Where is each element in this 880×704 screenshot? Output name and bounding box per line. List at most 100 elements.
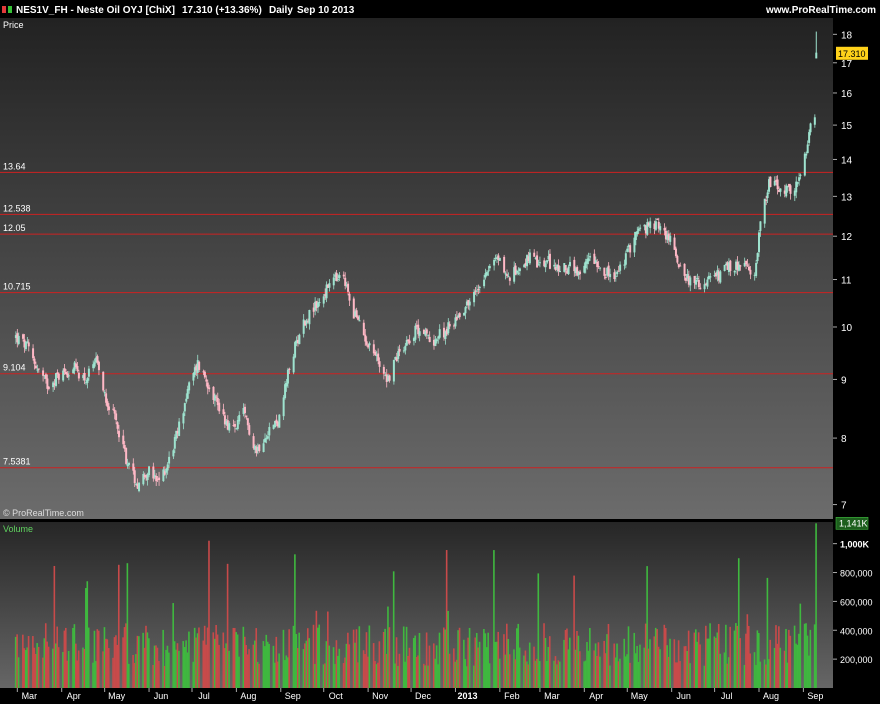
volume-bar <box>398 653 401 688</box>
candle-body <box>806 144 809 154</box>
candle-body <box>546 260 549 263</box>
candle-body <box>57 373 60 380</box>
candle-body <box>636 231 639 235</box>
price-tick-label: 14 <box>841 155 853 166</box>
candle-body <box>706 279 709 287</box>
volume-bar <box>654 627 657 688</box>
volume-bar <box>435 645 438 688</box>
volume-bar <box>146 632 149 688</box>
level-label: 12.538 <box>3 203 31 213</box>
volume-bar <box>569 637 571 688</box>
volume-bar <box>715 637 717 688</box>
volume-bar <box>33 647 36 688</box>
window-control-green[interactable] <box>8 6 12 13</box>
candle-body <box>508 277 511 281</box>
volume-bar <box>27 636 30 688</box>
candle-body <box>398 348 401 352</box>
volume-bar <box>228 650 230 688</box>
x-tick-label: Jun <box>154 691 169 701</box>
volume-bar <box>546 660 548 688</box>
candle-body <box>264 438 267 443</box>
candle-body <box>248 425 251 435</box>
candle-body <box>27 342 30 347</box>
volume-bar <box>679 661 681 688</box>
candle-body <box>112 408 115 410</box>
volume-bar <box>388 627 391 688</box>
volume-bar <box>454 661 457 688</box>
volume-bar <box>573 575 575 688</box>
site-link[interactable]: www.ProRealTime.com <box>765 5 876 16</box>
x-tick-label: Aug <box>240 691 256 701</box>
volume-bar <box>334 664 336 688</box>
candle-body <box>322 296 325 304</box>
candle-body <box>107 406 110 411</box>
volume-bar <box>733 630 736 688</box>
volume-bar <box>676 662 678 688</box>
candle-body <box>739 265 742 267</box>
volume-bar <box>254 640 256 688</box>
volume-bar <box>382 631 385 688</box>
volume-bar <box>148 638 150 688</box>
candle-body <box>789 185 792 194</box>
volume-bar <box>304 643 306 688</box>
volume-bar <box>196 633 199 688</box>
chart-date: Sep 10 2013 <box>297 5 355 16</box>
volume-bar <box>669 638 671 688</box>
candle-body <box>613 272 616 280</box>
volume-bar <box>756 630 759 688</box>
volume-bar <box>709 623 711 688</box>
candle-body <box>614 275 617 277</box>
candle-body <box>463 312 466 316</box>
candle-body <box>756 253 759 261</box>
volume-tick-label: 400,000 <box>840 626 873 636</box>
volume-bar <box>526 661 528 688</box>
volume-bar <box>54 643 57 688</box>
candle-body <box>122 435 125 445</box>
volume-bar <box>34 653 37 688</box>
volume-bar <box>726 663 729 688</box>
volume-bar <box>455 659 458 688</box>
candle-body <box>517 272 520 274</box>
candle-body <box>128 463 130 465</box>
candle-body <box>347 283 350 292</box>
volume-bar <box>586 641 588 688</box>
price-tick-label: 17 <box>841 59 853 70</box>
volume-bar <box>769 639 772 688</box>
volume-bar <box>566 628 568 688</box>
volume-bar <box>417 655 419 688</box>
candle-body <box>286 369 289 384</box>
candle-body <box>37 368 40 370</box>
volume-bar <box>629 662 631 688</box>
candle-body <box>87 368 90 377</box>
candle-body <box>533 252 536 257</box>
volume-bar <box>324 663 326 688</box>
window-control-red[interactable] <box>2 6 6 13</box>
candle-body <box>477 289 480 291</box>
volume-bar <box>298 632 300 688</box>
volume-bar <box>22 634 24 688</box>
volume-bar <box>183 646 186 688</box>
volume-bar <box>463 639 465 688</box>
volume-bar <box>412 638 415 688</box>
volume-bar <box>739 638 741 688</box>
volume-bar <box>342 663 345 688</box>
volume-bar <box>115 635 117 688</box>
volume-bar <box>695 629 697 688</box>
price-tick-label: 9 <box>841 375 847 386</box>
volume-tick-label: 600,000 <box>840 597 873 607</box>
volume-bar <box>636 645 638 688</box>
volume-bar <box>155 645 157 688</box>
candle-body <box>233 424 236 427</box>
volume-bar <box>558 661 561 688</box>
candle-body <box>332 277 335 286</box>
volume-bar <box>735 623 737 688</box>
volume-bar <box>623 638 626 688</box>
volume-bar <box>693 632 696 688</box>
candle-body <box>213 395 216 401</box>
candle-body <box>689 277 692 286</box>
candle-body <box>208 387 211 390</box>
volume-bar <box>703 665 706 688</box>
volume-bar <box>82 647 84 688</box>
volume-bar <box>245 645 248 688</box>
x-tick-label: Dec <box>415 691 432 701</box>
